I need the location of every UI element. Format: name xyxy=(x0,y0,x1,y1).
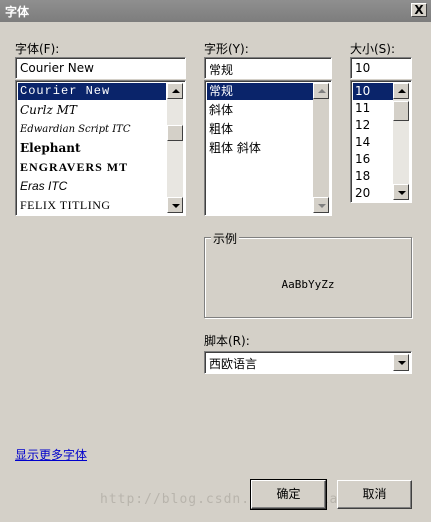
arrow-up-icon xyxy=(172,89,180,93)
script-dropdown-button[interactable] xyxy=(393,354,409,371)
scroll-thumb[interactable] xyxy=(393,101,409,121)
arrow-down-icon xyxy=(318,204,326,208)
font-list-item[interactable]: Curlz MT xyxy=(18,102,77,119)
scroll-up-button[interactable] xyxy=(167,83,183,99)
style-list-item[interactable]: 粗体 斜体 xyxy=(207,140,261,157)
scroll-thumb[interactable] xyxy=(167,125,183,141)
chevron-down-icon xyxy=(398,361,406,365)
script-label: 脚本(R): xyxy=(204,334,250,348)
title-bar[interactable]: 字体 X xyxy=(0,0,431,22)
ok-button[interactable]: 确定 xyxy=(250,479,327,510)
font-input[interactable]: Courier New xyxy=(15,57,186,79)
font-list-item[interactable]: Courier New xyxy=(18,83,166,100)
arrow-down-icon xyxy=(398,191,406,195)
style-list-item[interactable]: 常规 xyxy=(207,83,313,100)
font-list[interactable]: Courier New Curlz MT Edwardian Script IT… xyxy=(15,80,186,216)
size-label: 大小(S): xyxy=(350,42,396,56)
close-button[interactable]: X xyxy=(411,3,427,17)
font-dialog: 字体 X 字体(F): Courier New Courier New Curl… xyxy=(0,0,431,522)
arrow-up-icon xyxy=(398,89,406,93)
font-input-value: Courier New xyxy=(20,61,94,75)
size-list-item[interactable]: 20 xyxy=(353,185,370,202)
show-more-fonts-link[interactable]: 显示更多字体 xyxy=(15,446,87,463)
arrow-up-icon xyxy=(318,89,326,93)
style-list-scrollbar[interactable] xyxy=(313,83,329,213)
font-list-item[interactable]: Eras ITC xyxy=(18,178,67,195)
style-list[interactable]: 常规 斜体 粗体 粗体 斜体 xyxy=(204,80,332,216)
scroll-up-button[interactable] xyxy=(313,83,329,99)
style-list-item[interactable]: 粗体 xyxy=(207,121,233,138)
window-title: 字体 xyxy=(5,5,30,19)
scroll-down-button[interactable] xyxy=(167,197,183,213)
font-list-item[interactable]: Edwardian Script ITC xyxy=(18,121,130,138)
style-list-item[interactable]: 斜体 xyxy=(207,102,233,119)
size-list-scrollbar[interactable] xyxy=(393,83,409,200)
size-list-item[interactable]: 18 xyxy=(353,168,370,185)
font-list-item[interactable]: FELIX TITLING xyxy=(18,197,111,214)
size-list-item[interactable]: 16 xyxy=(353,151,370,168)
size-list-item[interactable]: 10 xyxy=(353,83,393,100)
script-select[interactable]: 西欧语言 xyxy=(204,351,412,374)
arrow-down-icon xyxy=(172,204,180,208)
scroll-down-button[interactable] xyxy=(313,197,329,213)
style-input[interactable]: 常规 xyxy=(204,57,332,79)
font-list-item[interactable]: Elephant xyxy=(18,140,81,157)
size-input-value: 10 xyxy=(355,61,371,75)
font-list-scrollbar[interactable] xyxy=(167,83,183,213)
sample-legend: 示例 xyxy=(211,230,240,247)
style-input-value: 常规 xyxy=(209,63,234,77)
size-list-item[interactable]: 14 xyxy=(353,134,370,151)
script-select-value: 西欧语言 xyxy=(209,357,258,371)
size-list-item[interactable]: 12 xyxy=(353,117,370,134)
sample-text: AaBbYyZz xyxy=(281,278,335,291)
size-list-item[interactable]: 11 xyxy=(353,100,370,117)
sample-group: 示例 AaBbYyZz xyxy=(204,230,412,318)
scroll-down-button[interactable] xyxy=(393,184,409,200)
close-icon: X xyxy=(414,3,424,17)
scroll-up-button[interactable] xyxy=(393,83,409,99)
cancel-button[interactable]: 取消 xyxy=(337,480,412,509)
size-list[interactable]: 10 11 12 14 16 18 20 xyxy=(350,80,412,203)
size-input[interactable]: 10 xyxy=(350,57,412,79)
font-list-item[interactable]: ENGRAVERS MT xyxy=(18,159,128,176)
style-label: 字形(Y): xyxy=(204,42,249,56)
font-label: 字体(F): xyxy=(15,42,60,56)
